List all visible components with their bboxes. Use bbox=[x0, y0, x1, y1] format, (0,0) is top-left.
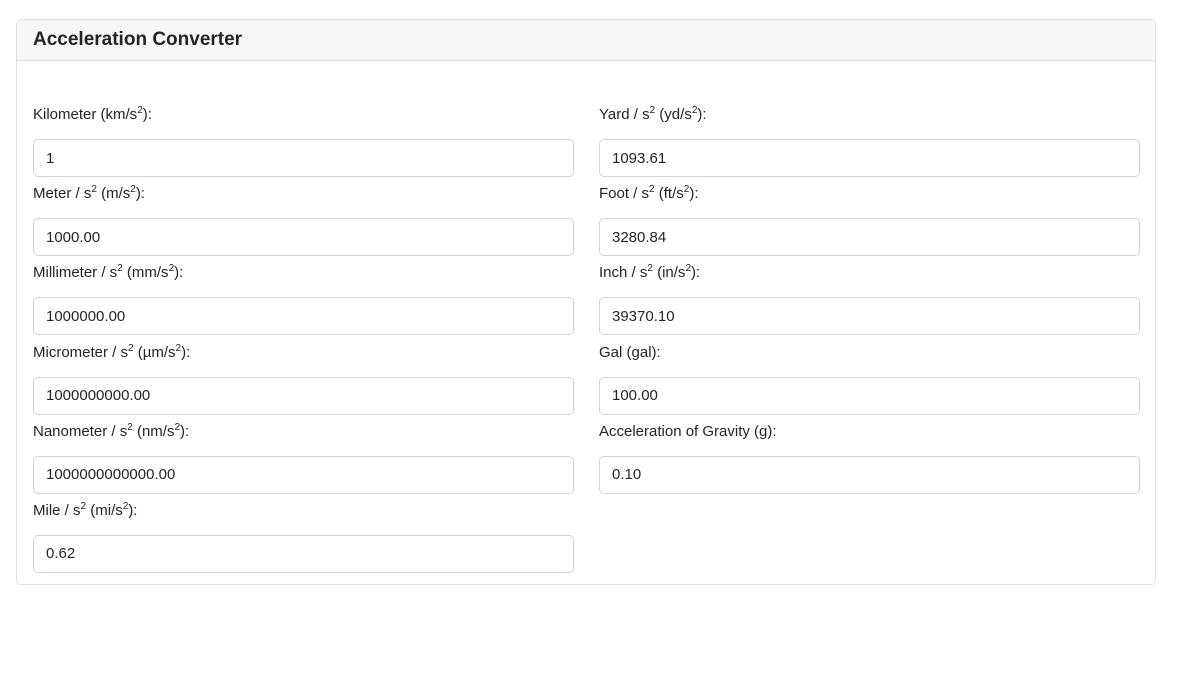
field-gal: Gal (gal): bbox=[599, 340, 1140, 419]
label-gal: Gal (gal): bbox=[599, 343, 661, 361]
field-gravity: Acceleration of Gravity (g): bbox=[599, 419, 1140, 498]
field-kilometer: Kilometer (km/s2): bbox=[33, 102, 574, 181]
foot-input[interactable] bbox=[599, 218, 1140, 257]
left-column: Kilometer (km/s2): Meter / s2 (m/s2): Mi… bbox=[33, 102, 574, 577]
micrometer-input[interactable] bbox=[33, 376, 574, 415]
label-foot: Foot / s2 (ft/s2): bbox=[599, 184, 699, 203]
meter-input[interactable] bbox=[33, 218, 574, 257]
mile-input[interactable] bbox=[33, 534, 574, 573]
inch-input[interactable] bbox=[599, 297, 1140, 336]
card-header: Acceleration Converter bbox=[17, 20, 1155, 61]
label-mile: Mile / s2 (mi/s2): bbox=[33, 500, 138, 519]
label-nanometer: Nanometer / s2 (nm/s2): bbox=[33, 421, 190, 440]
label-meter: Meter / s2 (m/s2): bbox=[33, 184, 145, 203]
kilometer-input[interactable] bbox=[33, 139, 574, 177]
field-meter: Meter / s2 (m/s2): bbox=[33, 181, 574, 260]
field-yard: Yard / s2 (yd/s2): bbox=[599, 102, 1140, 181]
nanometer-input[interactable] bbox=[33, 455, 574, 494]
field-mile: Mile / s2 (mi/s2): bbox=[33, 498, 574, 577]
field-micrometer: Micrometer / s2 (µm/s2): bbox=[33, 340, 574, 419]
field-inch: Inch / s2 (in/s2): bbox=[599, 260, 1140, 339]
label-millimeter: Millimeter / s2 (mm/s2): bbox=[33, 263, 184, 282]
card-body: Kilometer (km/s2): Meter / s2 (m/s2): Mi… bbox=[17, 61, 1155, 577]
converter-card: Acceleration Converter Kilometer (km/s2)… bbox=[16, 19, 1156, 585]
label-micrometer: Micrometer / s2 (µm/s2): bbox=[33, 342, 191, 361]
millimeter-input[interactable] bbox=[33, 297, 574, 336]
label-gravity: Acceleration of Gravity (g): bbox=[599, 422, 777, 440]
right-column: Yard / s2 (yd/s2): Foot / s2 (ft/s2): In… bbox=[599, 102, 1140, 577]
field-millimeter: Millimeter / s2 (mm/s2): bbox=[33, 260, 574, 339]
label-inch: Inch / s2 (in/s2): bbox=[599, 263, 701, 282]
page-title: Acceleration Converter bbox=[33, 29, 243, 50]
gal-input[interactable] bbox=[599, 376, 1140, 415]
gravity-input[interactable] bbox=[599, 455, 1140, 494]
field-foot: Foot / s2 (ft/s2): bbox=[599, 181, 1140, 260]
label-yard: Yard / s2 (yd/s2): bbox=[599, 105, 707, 124]
yard-input[interactable] bbox=[599, 139, 1140, 177]
field-nanometer: Nanometer / s2 (nm/s2): bbox=[33, 419, 574, 498]
label-kilometer: Kilometer (km/s2): bbox=[33, 105, 152, 124]
